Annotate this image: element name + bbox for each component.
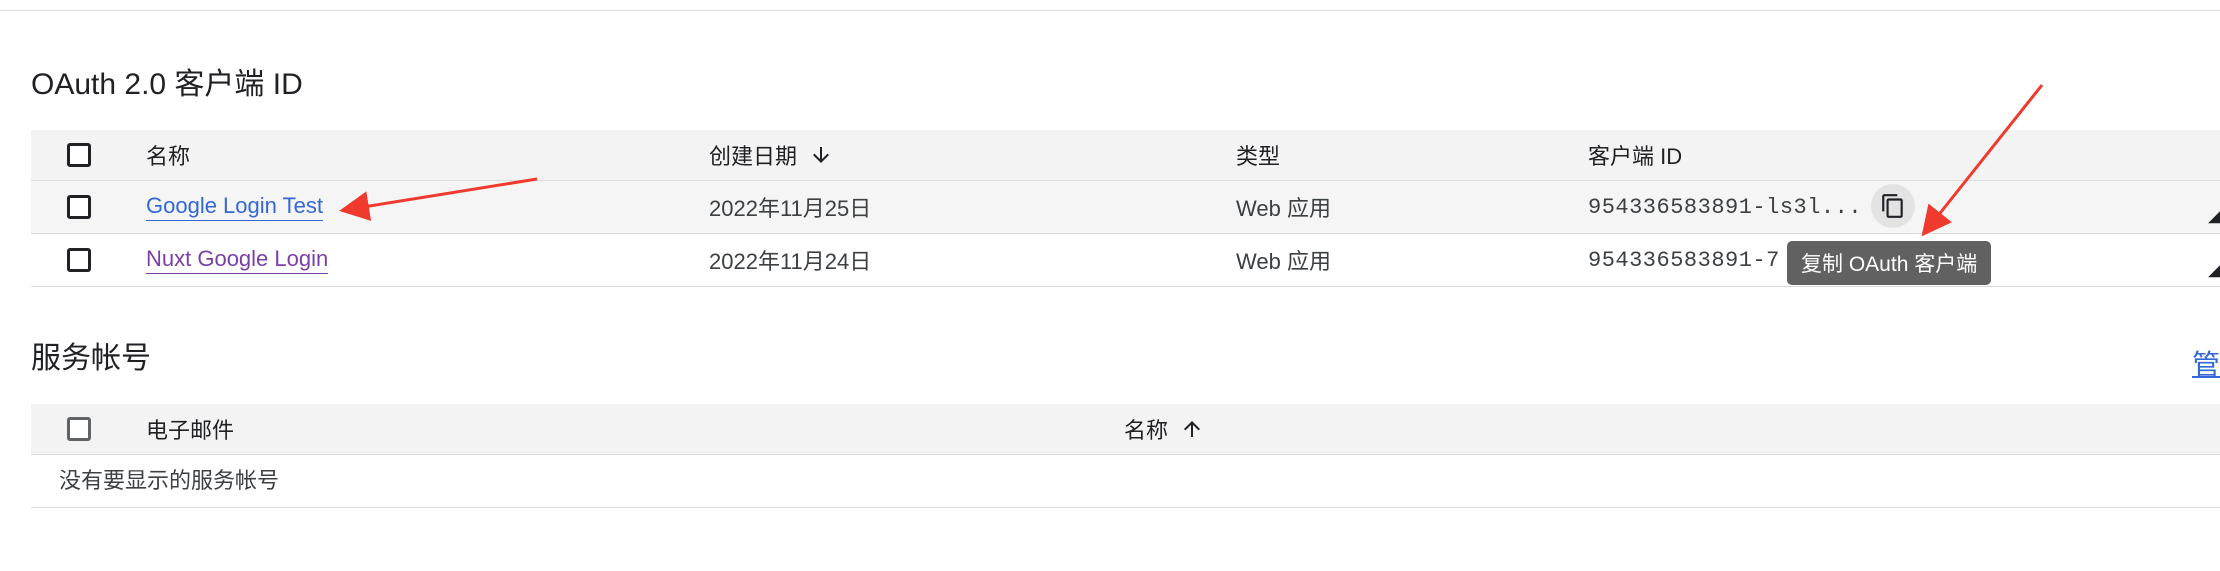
client-id-value: 954336583891-ls3l...	[1588, 194, 1863, 220]
select-all-checkbox-cell	[67, 130, 91, 180]
column-header-name-label: 名称	[1124, 418, 1169, 443]
column-header-created-label: 创建日期	[709, 144, 798, 169]
column-header-created[interactable]: 创建日期	[709, 130, 833, 180]
column-header-type[interactable]: 类型	[1236, 130, 1280, 180]
row-checkbox-cell	[67, 234, 91, 286]
client-name-cell: Nuxt Google Login	[146, 234, 329, 286]
client-name-cell: Google Login Test	[146, 181, 323, 233]
client-type: Web 应用	[1236, 196, 1331, 221]
empty-state-row	[31, 455, 2220, 508]
top-divider	[0, 10, 2220, 11]
table-row[interactable]: Google Login Test 2022年11月25日 Web 应用 954…	[31, 181, 2220, 234]
row-checkbox[interactable]	[67, 248, 91, 272]
client-id-value: 954336583891-7	[1588, 247, 1780, 273]
client-name-link[interactable]: Nuxt Google Login	[146, 246, 329, 274]
client-name-link[interactable]: Google Login Test	[146, 193, 323, 221]
copy-client-id-button[interactable]	[1871, 184, 1915, 228]
oauth-section-title: OAuth 2.0 客户端 ID	[31, 68, 303, 101]
copy-icon	[1882, 194, 1903, 218]
select-all-checkbox[interactable]	[67, 417, 91, 441]
select-all-checkbox-cell	[67, 404, 91, 454]
empty-state-message: 没有要显示的服务帐号	[59, 468, 280, 493]
page: OAuth 2.0 客户端 ID 名称 创建日期 类型 客户端 ID Googl…	[0, 0, 2220, 571]
client-type: Web 应用	[1236, 249, 1331, 274]
column-header-name[interactable]: 名称	[1124, 404, 1204, 454]
column-header-name[interactable]: 名称	[146, 130, 190, 180]
service-accounts-table-header: 电子邮件 名称	[31, 404, 2220, 455]
select-all-checkbox[interactable]	[67, 143, 91, 167]
service-accounts-title: 服务帐号	[31, 342, 151, 375]
row-checkbox-cell	[67, 181, 91, 233]
column-header-email[interactable]: 电子邮件	[146, 404, 234, 454]
created-date: 2022年11月24日	[709, 249, 872, 274]
column-header-client-id[interactable]: 客户端 ID	[1588, 130, 1682, 180]
manage-service-accounts-link[interactable]: 管	[2192, 343, 2220, 383]
row-overflow-glyph: ◢	[2208, 250, 2220, 280]
oauth-table-header: 名称 创建日期 类型 客户端 ID	[31, 130, 2220, 181]
created-date: 2022年11月25日	[709, 196, 872, 221]
arrow-up-icon	[1184, 421, 1201, 437]
row-checkbox[interactable]	[67, 195, 91, 219]
arrow-down-icon	[813, 147, 830, 163]
row-overflow-glyph: ◢	[2208, 196, 2220, 226]
copy-tooltip: 复制 OAuth 客户端	[1787, 241, 1992, 285]
